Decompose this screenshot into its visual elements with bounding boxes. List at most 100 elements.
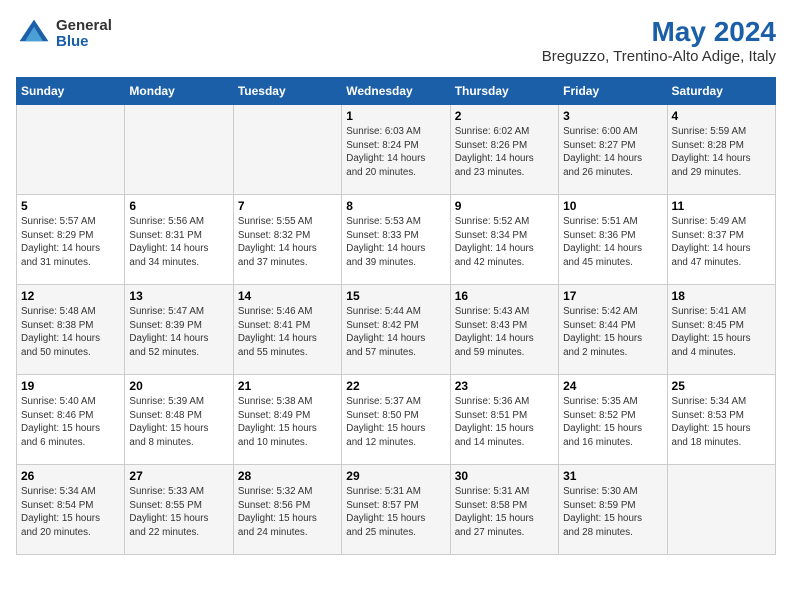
day-number: 7 bbox=[238, 199, 337, 213]
calendar-cell: 24 Sunrise: 5:35 AMSunset: 8:52 PMDayligh… bbox=[559, 375, 667, 465]
calendar-body: 1 Sunrise: 6:03 AMSunset: 8:24 PMDaylight… bbox=[17, 105, 776, 555]
calendar-cell: 8 Sunrise: 5:53 AMSunset: 8:33 PMDaylight… bbox=[342, 195, 450, 285]
day-number: 25 bbox=[672, 379, 771, 393]
day-info: Sunrise: 5:46 AMSunset: 8:41 PMDaylight:… bbox=[238, 305, 337, 360]
day-info: Sunrise: 5:41 AMSunset: 8:45 PMDaylight:… bbox=[672, 305, 771, 360]
weekday-header-thursday: Thursday bbox=[450, 78, 558, 105]
calendar-cell: 15 Sunrise: 5:44 AMSunset: 8:42 PMDayligh… bbox=[342, 285, 450, 375]
day-info: Sunrise: 5:57 AMSunset: 8:29 PMDaylight:… bbox=[21, 215, 120, 270]
calendar-cell bbox=[17, 105, 125, 195]
day-info: Sunrise: 5:47 AMSunset: 8:39 PMDaylight:… bbox=[129, 305, 228, 360]
day-info: Sunrise: 5:31 AMSunset: 8:58 PMDaylight:… bbox=[455, 485, 554, 540]
calendar-cell: 27Sunrise: 5:33 AMSunset: 8:55 PMDayligh… bbox=[125, 465, 233, 555]
day-info: Sunrise: 5:43 AMSunset: 8:43 PMDaylight:… bbox=[455, 305, 554, 360]
calendar-week-5: 26 Sunrise: 5:34 AMSunset: 8:54 PMDayligh… bbox=[17, 465, 776, 555]
day-number: 29 bbox=[346, 469, 445, 483]
day-number: 31 bbox=[563, 469, 662, 483]
calendar-cell: 11 Sunrise: 5:49 AMSunset: 8:37 PMDayligh… bbox=[667, 195, 775, 285]
day-number: 16 bbox=[455, 289, 554, 303]
calendar-cell: 2Sunrise: 6:02 AMSunset: 8:26 PMDaylight… bbox=[450, 105, 558, 195]
calendar-cell: 4 Sunrise: 5:59 AMSunset: 8:28 PMDaylight… bbox=[667, 105, 775, 195]
weekday-header-friday: Friday bbox=[559, 78, 667, 105]
day-info: Sunrise: 5:56 AMSunset: 8:31 PMDaylight:… bbox=[129, 215, 228, 270]
calendar-cell: 10 Sunrise: 5:51 AMSunset: 8:36 PMDayligh… bbox=[559, 195, 667, 285]
day-number: 10 bbox=[563, 199, 662, 213]
day-number: 4 bbox=[672, 109, 771, 123]
title-block: May 2024 Breguzzo, Trentino-Alto Adige, … bbox=[542, 16, 776, 65]
page-subtitle: Breguzzo, Trentino-Alto Adige, Italy bbox=[542, 48, 776, 65]
day-number: 1 bbox=[346, 109, 445, 123]
day-number: 17 bbox=[563, 289, 662, 303]
day-info: Sunrise: 5:51 AMSunset: 8:36 PMDaylight:… bbox=[563, 215, 662, 270]
day-info: Sunrise: 5:42 AMSunset: 8:44 PMDaylight:… bbox=[563, 305, 662, 360]
page-title: May 2024 bbox=[542, 16, 776, 48]
calendar-week-4: 19Sunrise: 5:40 AMSunset: 8:46 PMDayligh… bbox=[17, 375, 776, 465]
calendar-cell: 7 Sunrise: 5:55 AMSunset: 8:32 PMDaylight… bbox=[233, 195, 341, 285]
logo-text: General Blue bbox=[56, 18, 112, 51]
day-number: 24 bbox=[563, 379, 662, 393]
calendar-week-1: 1 Sunrise: 6:03 AMSunset: 8:24 PMDaylight… bbox=[17, 105, 776, 195]
day-info: Sunrise: 5:30 AMSunset: 8:59 PMDaylight:… bbox=[563, 485, 662, 540]
calendar-cell bbox=[667, 465, 775, 555]
day-info: Sunrise: 5:34 AMSunset: 8:54 PMDaylight:… bbox=[21, 485, 120, 540]
calendar-cell: 29 Sunrise: 5:31 AMSunset: 8:57 PMDayligh… bbox=[342, 465, 450, 555]
logo-icon bbox=[16, 16, 52, 52]
calendar-table: SundayMondayTuesdayWednesdayThursdayFrid… bbox=[16, 77, 776, 555]
calendar-cell: 17 Sunrise: 5:42 AMSunset: 8:44 PMDayligh… bbox=[559, 285, 667, 375]
weekday-header-tuesday: Tuesday bbox=[233, 78, 341, 105]
day-info: Sunrise: 5:53 AMSunset: 8:33 PMDaylight:… bbox=[346, 215, 445, 270]
calendar-cell: 9 Sunrise: 5:52 AMSunset: 8:34 PMDaylight… bbox=[450, 195, 558, 285]
logo-general-text: General bbox=[56, 18, 112, 35]
calendar-cell: 23Sunrise: 5:36 AMSunset: 8:51 PMDayligh… bbox=[450, 375, 558, 465]
day-number: 9 bbox=[455, 199, 554, 213]
day-info: Sunrise: 6:00 AMSunset: 8:27 PMDaylight:… bbox=[563, 125, 662, 180]
calendar-week-2: 5 Sunrise: 5:57 AMSunset: 8:29 PMDaylight… bbox=[17, 195, 776, 285]
day-info: Sunrise: 5:40 AMSunset: 8:46 PMDaylight:… bbox=[21, 395, 120, 450]
day-info: Sunrise: 5:44 AMSunset: 8:42 PMDaylight:… bbox=[346, 305, 445, 360]
day-info: Sunrise: 5:35 AMSunset: 8:52 PMDaylight:… bbox=[563, 395, 662, 450]
day-number: 14 bbox=[238, 289, 337, 303]
calendar-cell: 30 Sunrise: 5:31 AMSunset: 8:58 PMDayligh… bbox=[450, 465, 558, 555]
calendar-cell bbox=[233, 105, 341, 195]
day-number: 5 bbox=[21, 199, 120, 213]
day-info: Sunrise: 5:34 AMSunset: 8:53 PMDaylight:… bbox=[672, 395, 771, 450]
day-number: 22 bbox=[346, 379, 445, 393]
logo-blue-text: Blue bbox=[56, 34, 112, 51]
calendar-cell: 26 Sunrise: 5:34 AMSunset: 8:54 PMDayligh… bbox=[17, 465, 125, 555]
day-number: 8 bbox=[346, 199, 445, 213]
weekday-header-monday: Monday bbox=[125, 78, 233, 105]
day-number: 6 bbox=[129, 199, 228, 213]
calendar-cell: 13Sunrise: 5:47 AMSunset: 8:39 PMDayligh… bbox=[125, 285, 233, 375]
day-info: Sunrise: 6:03 AMSunset: 8:24 PMDaylight:… bbox=[346, 125, 445, 180]
day-number: 30 bbox=[455, 469, 554, 483]
calendar-cell bbox=[125, 105, 233, 195]
day-info: Sunrise: 6:02 AMSunset: 8:26 PMDaylight:… bbox=[455, 125, 554, 180]
day-info: Sunrise: 5:55 AMSunset: 8:32 PMDaylight:… bbox=[238, 215, 337, 270]
weekday-row: SundayMondayTuesdayWednesdayThursdayFrid… bbox=[17, 78, 776, 105]
calendar-cell: 18 Sunrise: 5:41 AMSunset: 8:45 PMDayligh… bbox=[667, 285, 775, 375]
calendar-cell: 28 Sunrise: 5:32 AMSunset: 8:56 PMDayligh… bbox=[233, 465, 341, 555]
day-info: Sunrise: 5:39 AMSunset: 8:48 PMDaylight:… bbox=[129, 395, 228, 450]
day-number: 3 bbox=[563, 109, 662, 123]
day-number: 12 bbox=[21, 289, 120, 303]
day-info: Sunrise: 5:31 AMSunset: 8:57 PMDaylight:… bbox=[346, 485, 445, 540]
weekday-header-sunday: Sunday bbox=[17, 78, 125, 105]
day-info: Sunrise: 5:37 AMSunset: 8:50 PMDaylight:… bbox=[346, 395, 445, 450]
day-number: 28 bbox=[238, 469, 337, 483]
day-info: Sunrise: 5:32 AMSunset: 8:56 PMDaylight:… bbox=[238, 485, 337, 540]
day-info: Sunrise: 5:38 AMSunset: 8:49 PMDaylight:… bbox=[238, 395, 337, 450]
calendar-cell: 1 Sunrise: 6:03 AMSunset: 8:24 PMDaylight… bbox=[342, 105, 450, 195]
calendar-cell: 12Sunrise: 5:48 AMSunset: 8:38 PMDayligh… bbox=[17, 285, 125, 375]
calendar-cell: 19Sunrise: 5:40 AMSunset: 8:46 PMDayligh… bbox=[17, 375, 125, 465]
day-number: 18 bbox=[672, 289, 771, 303]
day-number: 11 bbox=[672, 199, 771, 213]
calendar-cell: 3 Sunrise: 6:00 AMSunset: 8:27 PMDaylight… bbox=[559, 105, 667, 195]
day-info: Sunrise: 5:59 AMSunset: 8:28 PMDaylight:… bbox=[672, 125, 771, 180]
logo: General Blue bbox=[16, 16, 112, 52]
day-info: Sunrise: 5:52 AMSunset: 8:34 PMDaylight:… bbox=[455, 215, 554, 270]
calendar-cell: 22 Sunrise: 5:37 AMSunset: 8:50 PMDayligh… bbox=[342, 375, 450, 465]
day-number: 20 bbox=[129, 379, 228, 393]
day-number: 15 bbox=[346, 289, 445, 303]
day-info: Sunrise: 5:49 AMSunset: 8:37 PMDaylight:… bbox=[672, 215, 771, 270]
day-number: 26 bbox=[21, 469, 120, 483]
